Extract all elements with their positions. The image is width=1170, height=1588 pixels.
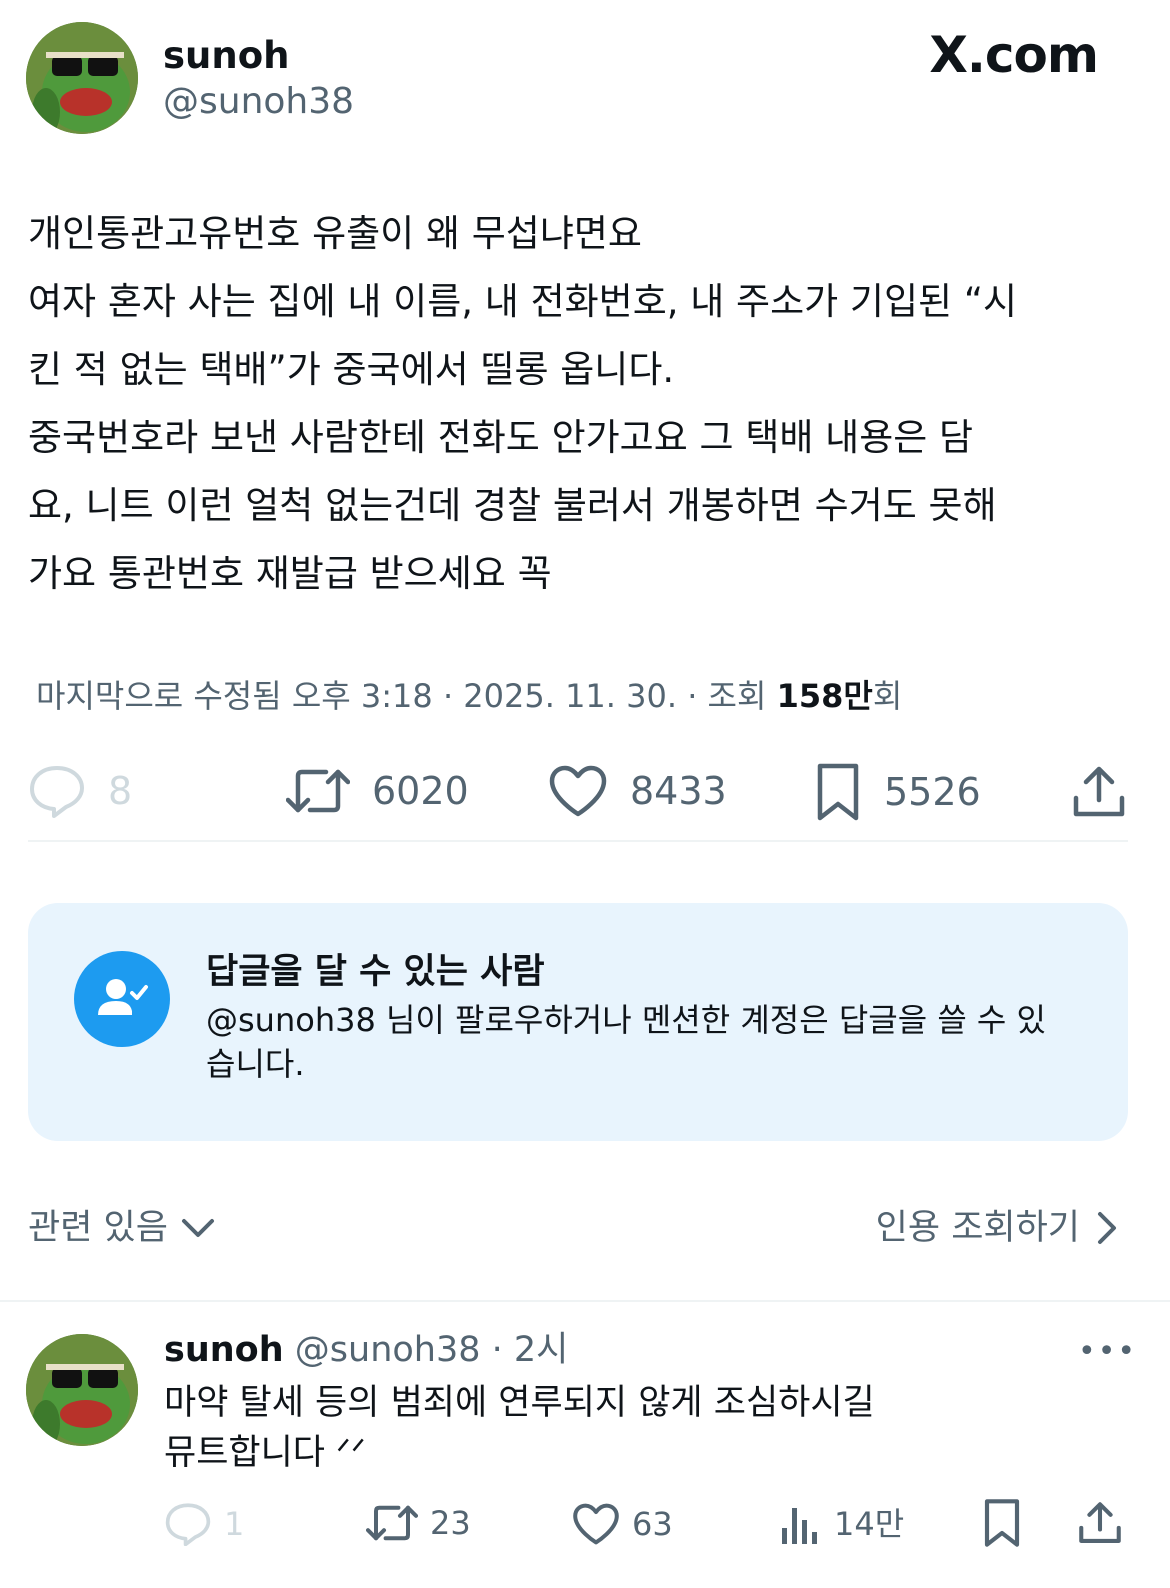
reply-author-avatar[interactable] bbox=[26, 1334, 138, 1446]
author-avatar[interactable] bbox=[26, 22, 138, 134]
author-handle[interactable]: @sunoh38 bbox=[163, 84, 354, 120]
post-meta: 마지막으로 수정됨 오후 3:18 · 2025. 11. 30. · 조회 1… bbox=[36, 676, 902, 716]
share-icon bbox=[1073, 766, 1125, 817]
post-text: 개인통관고유번호 유출이 왜 무섭냐면요 여자 혼자 사는 집에 내 이름, 내… bbox=[28, 200, 1138, 608]
person-check-icon bbox=[74, 951, 170, 1047]
reply-share-button[interactable] bbox=[1078, 1500, 1122, 1546]
view-quotes-button[interactable]: 인용 조회하기 bbox=[876, 1206, 1120, 1250]
author-name[interactable]: sunoh bbox=[163, 37, 289, 74]
reply-author-name[interactable]: sunoh bbox=[164, 1330, 284, 1370]
repost-count: 6020 bbox=[372, 769, 469, 813]
reply-text-line: 마약 탈세 등의 범죄에 연루되지 않게 조심하시길 bbox=[164, 1383, 875, 1423]
like-button[interactable]: 8433 bbox=[548, 764, 727, 818]
reply-restriction-title: 답글을 달 수 있는 사람 bbox=[206, 952, 545, 992]
reply-icon bbox=[30, 766, 84, 818]
views-icon bbox=[782, 1508, 817, 1544]
more-options-icon[interactable]: ••• bbox=[1078, 1334, 1137, 1369]
x-logo: X.com bbox=[929, 26, 1099, 84]
reply-like-count: 63 bbox=[632, 1505, 673, 1543]
views-suffix: 회 bbox=[872, 677, 903, 715]
bookmark-icon bbox=[984, 1499, 1020, 1547]
post-text-line: 킨 적 없는 택배”가 중국에서 띨롱 옵니다. bbox=[28, 348, 675, 391]
bookmark-icon bbox=[817, 763, 859, 821]
post-text-line: 여자 혼자 사는 집에 내 이름, 내 전화번호, 내 주소가 기입된 “시 bbox=[28, 280, 1018, 323]
reply-reply-count: 1 bbox=[224, 1505, 245, 1543]
reply-like-button[interactable]: 63 bbox=[572, 1502, 673, 1546]
bookmark-count: 5526 bbox=[884, 770, 981, 814]
repost-button[interactable]: 6020 bbox=[286, 766, 469, 816]
reply-views-button[interactable]: 14만 bbox=[778, 1502, 904, 1546]
reply-header: sunoh @sunoh38 · 2시 bbox=[164, 1330, 568, 1370]
divider bbox=[28, 840, 1128, 842]
reply-restriction-description: @sunoh38 님이 팔로우하거나 멘션한 계정은 답글을 쓸 수 있습니다. bbox=[206, 1001, 1046, 1083]
like-icon bbox=[549, 765, 607, 817]
views-count: 158만 bbox=[776, 677, 873, 715]
divider bbox=[0, 1300, 1170, 1302]
repost-icon bbox=[366, 1505, 418, 1541]
quotes-label: 인용 조회하기 bbox=[875, 1208, 1080, 1248]
post-text-line: 요, 니트 이런 얼척 없는건데 경찰 불러서 개봉하면 수거도 못해 bbox=[28, 484, 997, 527]
reply-reply-button[interactable]: 1 bbox=[164, 1502, 244, 1546]
reply-repost-count: 23 bbox=[430, 1504, 471, 1542]
reply-bookmark-button[interactable] bbox=[982, 1498, 1022, 1548]
reply-icon bbox=[165, 1503, 211, 1546]
like-count: 8433 bbox=[630, 769, 727, 813]
reply-repost-button[interactable]: 23 bbox=[366, 1503, 471, 1543]
post-text-line: 중국번호라 보낸 사람한테 전화도 안가고요 그 택배 내용은 담 bbox=[28, 416, 974, 459]
like-icon bbox=[573, 1503, 619, 1545]
reply-time: · 2시 bbox=[491, 1330, 569, 1370]
chevron-right-icon bbox=[1098, 1212, 1116, 1244]
share-icon bbox=[1079, 1502, 1121, 1543]
views-prefix: · 조회 bbox=[677, 677, 777, 715]
post-text-line: 개인통관고유번호 유출이 왜 무섭냐면요 bbox=[28, 212, 642, 255]
reply-author-handle[interactable]: @sunoh38 bbox=[295, 1330, 481, 1370]
edited-timestamp[interactable]: 마지막으로 수정됨 오후 3:18 · 2025. 11. 30. bbox=[36, 677, 677, 715]
reply-text: 마약 탈세 등의 범죄에 연루되지 않게 조심하시길 뮤트합니다 ᐟᐟ bbox=[164, 1378, 875, 1478]
repost-icon bbox=[286, 769, 350, 813]
bookmark-button[interactable]: 5526 bbox=[814, 762, 981, 822]
reply-views-count: 14만 bbox=[834, 1505, 905, 1543]
chevron-down-icon bbox=[181, 1219, 214, 1237]
share-button[interactable] bbox=[1072, 764, 1126, 820]
related-label: 관련 있음 bbox=[28, 1208, 168, 1248]
reply-button[interactable]: 8 bbox=[28, 764, 132, 818]
related-sort-button[interactable]: 관련 있음 bbox=[28, 1206, 218, 1250]
reply-count: 8 bbox=[108, 769, 133, 813]
reply-text-line: 뮤트합니다 ᐟᐟ bbox=[164, 1433, 366, 1473]
post-text-line: 가요 통관번호 재발급 받으세요 꼭 bbox=[28, 552, 552, 595]
